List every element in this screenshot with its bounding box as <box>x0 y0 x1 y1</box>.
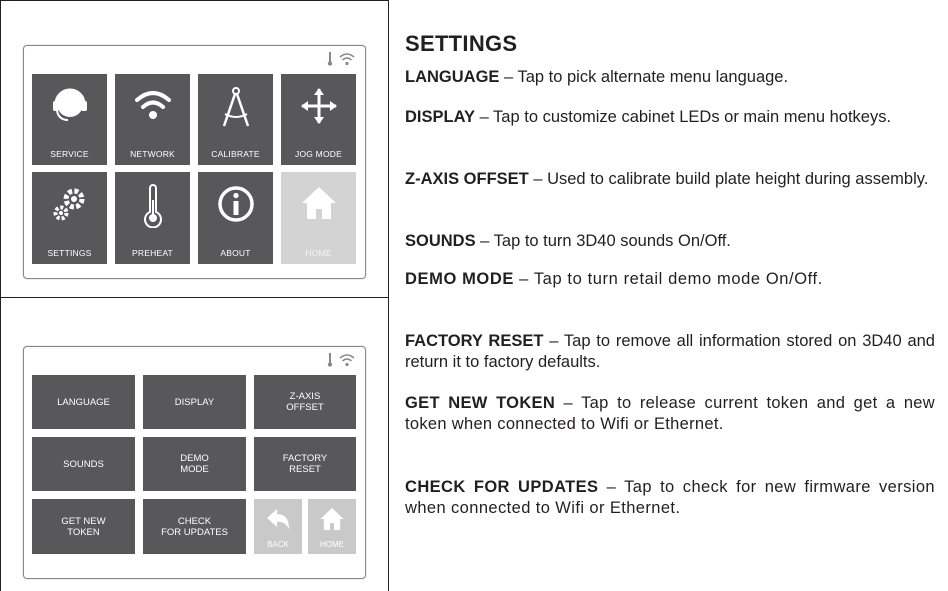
tile-preheat[interactable]: PREHEAT <box>115 172 190 264</box>
frame-top-line <box>0 0 389 1</box>
demo-mode-description: DEMO MODE – Tap to turn retail demo mode… <box>405 269 935 290</box>
factory-reset-button[interactable]: FACTORY RESET <box>254 437 356 491</box>
tile-label: JOG MODE <box>295 149 342 159</box>
home-icon <box>320 508 344 530</box>
language-button[interactable]: LANGUAGE <box>32 375 135 429</box>
back-label: BACK <box>267 540 289 549</box>
term: GET NEW TOKEN <box>405 394 556 412</box>
check-for-updates-button[interactable]: CHECK FOR UPDATES <box>143 499 246 554</box>
term: DEMO MODE <box>405 270 514 288</box>
gears-icon <box>53 188 84 221</box>
tile-label: SERVICE <box>50 149 89 159</box>
back-arrow-icon <box>267 509 289 529</box>
tile-label: SETTINGS <box>47 248 92 258</box>
tile-label: HOME <box>305 248 332 258</box>
definition: – Tap to pick alternate menu language. <box>499 68 789 86</box>
tile-about[interactable]: ABOUT <box>198 172 273 264</box>
term: LANGUAGE <box>405 68 500 86</box>
thermometer-icon <box>143 184 162 228</box>
tile-label: PREHEAT <box>132 248 173 258</box>
status-bar <box>327 52 355 66</box>
definition: – Tap to turn retail demo mode On/Off. <box>513 270 823 288</box>
move-arrows-icon <box>300 88 337 124</box>
status-bar <box>327 353 355 367</box>
definition: – Tap to turn 3D40 sounds On/Off. <box>475 232 731 250</box>
thermometer-status-icon <box>327 353 333 367</box>
tile-calibrate[interactable]: CALIBRATE <box>198 74 273 165</box>
sounds-description: SOUNDS – Tap to turn 3D40 sounds On/Off. <box>405 231 935 252</box>
headset-icon <box>52 88 87 121</box>
home-icon <box>301 187 336 219</box>
term: Z-AXIS OFFSET <box>405 170 529 188</box>
wifi-icon <box>134 91 171 119</box>
term: FACTORY RESET <box>405 332 544 350</box>
frame-right-line <box>388 0 389 591</box>
tile-network[interactable]: NETWORK <box>115 74 190 165</box>
main-menu-screen: SERVICE NETWORK CALIBRATE JOG MODE SETTI… <box>23 45 366 279</box>
definition: – Used to calibrate build plate height d… <box>528 170 929 188</box>
wifi-status-icon <box>339 354 355 367</box>
demo-mode-button[interactable]: DEMO MODE <box>143 437 246 491</box>
settings-menu-screen: LANGUAGE DISPLAY Z-AXIS OFFSET SOUNDS DE… <box>23 346 366 579</box>
tile-jog-mode[interactable]: JOG MODE <box>281 74 356 165</box>
frame-divider <box>0 297 389 298</box>
z-axis-offset-button[interactable]: Z-AXIS OFFSET <box>254 375 356 429</box>
sounds-button[interactable]: SOUNDS <box>32 437 135 491</box>
get-new-token-button[interactable]: GET NEW TOKEN <box>32 499 135 554</box>
tile-service[interactable]: SERVICE <box>32 74 107 165</box>
display-button[interactable]: DISPLAY <box>143 375 246 429</box>
tile-label: ABOUT <box>220 248 251 258</box>
frame-left-line <box>0 0 1 591</box>
get-new-token-description: GET NEW TOKEN – Tap to release current t… <box>405 393 935 435</box>
tile-label: CALIBRATE <box>211 149 260 159</box>
tile-home[interactable]: HOME <box>281 172 356 264</box>
home-label: HOME <box>320 540 344 549</box>
compass-icon <box>222 87 249 127</box>
home-button[interactable]: HOME <box>308 499 356 554</box>
term: DISPLAY <box>405 108 475 126</box>
term: SOUNDS <box>405 232 476 250</box>
wifi-status-icon <box>339 53 355 66</box>
back-button[interactable]: BACK <box>254 499 302 554</box>
check-for-updates-description: CHECK FOR UPDATES – Tap to check for new… <box>405 477 935 519</box>
info-icon <box>217 186 254 222</box>
tile-label: NETWORK <box>130 149 175 159</box>
section-title: SETTINGS <box>405 31 518 56</box>
z-axis-offset-description: Z-AXIS OFFSET – Used to calibrate build … <box>405 169 935 190</box>
tile-settings[interactable]: SETTINGS <box>32 172 107 264</box>
figure-column: SERVICE NETWORK CALIBRATE JOG MODE SETTI… <box>0 0 389 591</box>
factory-reset-description: FACTORY RESET – Tap to remove all inform… <box>405 331 935 373</box>
language-description: LANGUAGE – Tap to pick alternate menu la… <box>405 67 935 88</box>
definition: – Tap to customize cabinet LEDs or main … <box>475 108 892 126</box>
term: CHECK FOR UPDATES <box>405 478 599 496</box>
display-description: DISPLAY – Tap to customize cabinet LEDs … <box>405 107 935 128</box>
thermometer-status-icon <box>327 52 333 66</box>
